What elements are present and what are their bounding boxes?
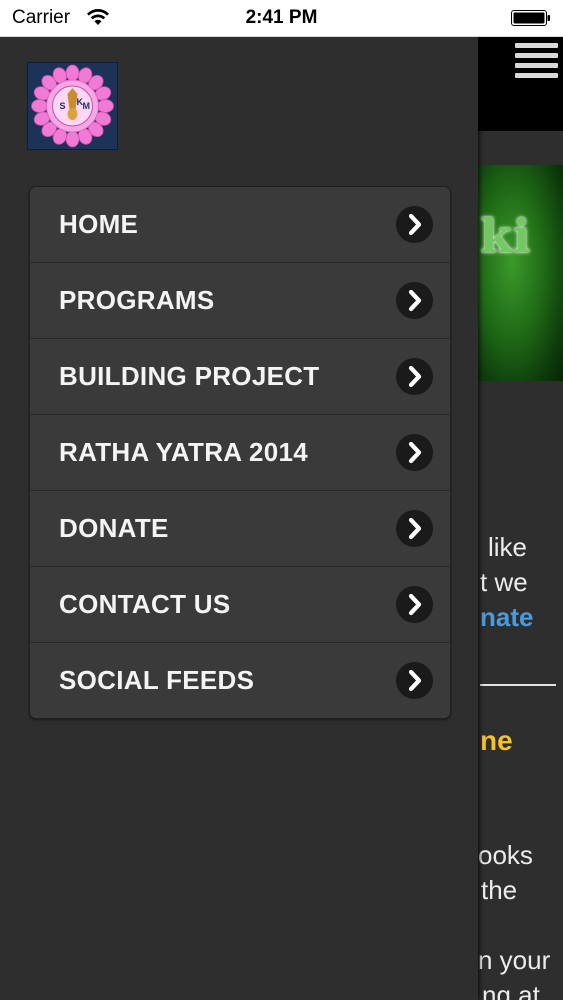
menu-item-ratha-yatra[interactable]: RATHA YATRA 2014 [30, 415, 450, 491]
status-bar: Carrier 2:41 PM [0, 0, 563, 37]
chevron-right-icon [396, 358, 433, 395]
flower-logo-icon: S K M [31, 64, 114, 148]
clock: 2:41 PM [245, 7, 318, 28]
battery-icon [511, 10, 550, 26]
menu-item-social-feeds[interactable]: SOCIAL FEEDS [30, 643, 450, 718]
page-text-line: t we [480, 567, 528, 597]
menu-item-label: DONATE [59, 513, 169, 543]
chevron-right-icon [396, 510, 433, 547]
menu-item-home[interactable]: HOME [30, 187, 450, 263]
menu-item-label: BUILDING PROJECT [59, 361, 320, 391]
background-page: ki like t we nate ne ooks the n your ng … [478, 37, 563, 1000]
menu-item-label: SOCIAL FEEDS [59, 665, 255, 695]
banner-image: ki [478, 165, 563, 381]
menu-item-label: RATHA YATRA 2014 [59, 437, 308, 467]
menu-item-label: PROGRAMS [59, 285, 215, 315]
chevron-right-icon [396, 282, 433, 319]
page-header [478, 37, 563, 131]
side-drawer: S K M HOME PROGRAMS BUILDING PROJECT RAT… [0, 37, 478, 1000]
donate-link[interactable]: nate [480, 602, 563, 633]
menu-item-label: CONTACT US [59, 589, 231, 619]
banner-text: ki [480, 209, 532, 263]
page-text-line: the [481, 875, 518, 905]
logo-letter: M [83, 101, 91, 111]
logo-letter: S [60, 101, 66, 111]
hamburger-menu-icon[interactable] [515, 43, 558, 79]
menu-item-contact-us[interactable]: CONTACT US [30, 567, 450, 643]
page-text-line: ooks [478, 840, 533, 870]
chevron-right-icon [396, 434, 433, 471]
menu-item-label: HOME [59, 209, 139, 239]
menu-item-building-project[interactable]: BUILDING PROJECT [30, 339, 450, 415]
menu-item-programs[interactable]: PROGRAMS [30, 263, 450, 339]
app-logo[interactable]: S K M [27, 62, 118, 150]
page-text-line: n your [478, 945, 551, 975]
chevron-right-icon [396, 662, 433, 699]
section-heading: ne [480, 725, 513, 756]
chevron-right-icon [396, 206, 433, 243]
nav-menu: HOME PROGRAMS BUILDING PROJECT RATHA YAT… [29, 186, 451, 719]
menu-item-donate[interactable]: DONATE [30, 491, 450, 567]
divider [480, 684, 556, 686]
page-text-line: like [488, 532, 528, 562]
page-text-line: ng at [482, 980, 540, 1000]
chevron-right-icon [396, 586, 433, 623]
